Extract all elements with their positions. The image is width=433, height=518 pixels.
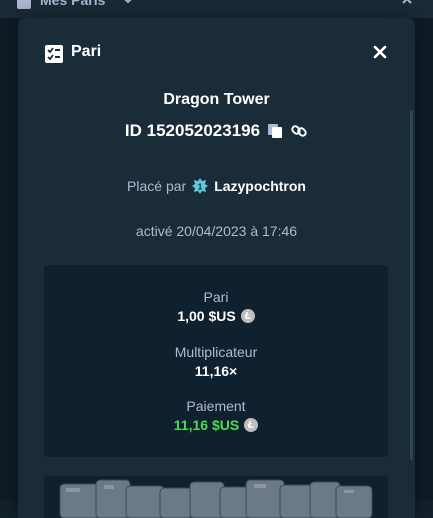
vip-rank-icon: 1 (192, 178, 209, 194)
litecoin-icon (244, 418, 259, 432)
payout-value: 11,16 $US (173, 417, 240, 433)
placed-by-row: Placé par 1 Lazypochtron (18, 178, 415, 194)
background-header: Mes Paris (0, 0, 433, 18)
bet-stats-box: Pari 1,00 $US Multiplicateur 11,16× Paie… (44, 265, 388, 457)
background-title: Mes Paris (40, 0, 106, 8)
close-icon[interactable] (401, 0, 413, 10)
close-button[interactable] (368, 42, 392, 66)
close-icon (373, 45, 387, 64)
bet-id: ID 152052023196 (124, 121, 261, 140)
payout-value-row: 11,16 $US (44, 417, 388, 433)
bet-amount-value-row: 1,00 $US (44, 308, 388, 324)
litecoin-icon (240, 309, 255, 323)
placed-by-label: Placé par (127, 178, 187, 194)
chevron-down-icon[interactable] (122, 0, 134, 9)
multiplier-value: 11,16× (194, 363, 238, 379)
bet-amount-value: 1,00 $US (177, 308, 236, 324)
bet-slip-icon (45, 45, 63, 63)
activation-date: activé 20/04/2023 à 17:46 (135, 223, 298, 239)
modal-header: Pari (18, 18, 415, 88)
bet-amount-label: Pari (203, 289, 229, 305)
bet-list-icon (16, 0, 32, 10)
username-link[interactable]: Lazypochtron (214, 178, 306, 194)
background-left-edge (0, 18, 18, 500)
bet-details-modal: Pari Dragon Tower ID 152052023196 Placé … (18, 18, 415, 518)
bet-id-row: ID 152052023196 (18, 121, 415, 141)
copy-icon[interactable] (266, 122, 284, 140)
modal-title: Pari (71, 43, 102, 60)
multiplier-value-row: 11,16× (44, 363, 388, 379)
payout-label: Paiement (186, 398, 246, 414)
modal-scrollbar[interactable] (410, 110, 413, 460)
multiplier-label: Multiplicateur (174, 344, 258, 360)
game-preview-image (44, 476, 388, 518)
background-right-edge (415, 18, 433, 500)
game-name: Dragon Tower (163, 91, 270, 108)
link-icon[interactable] (290, 122, 308, 140)
svg-text:1: 1 (198, 183, 203, 192)
